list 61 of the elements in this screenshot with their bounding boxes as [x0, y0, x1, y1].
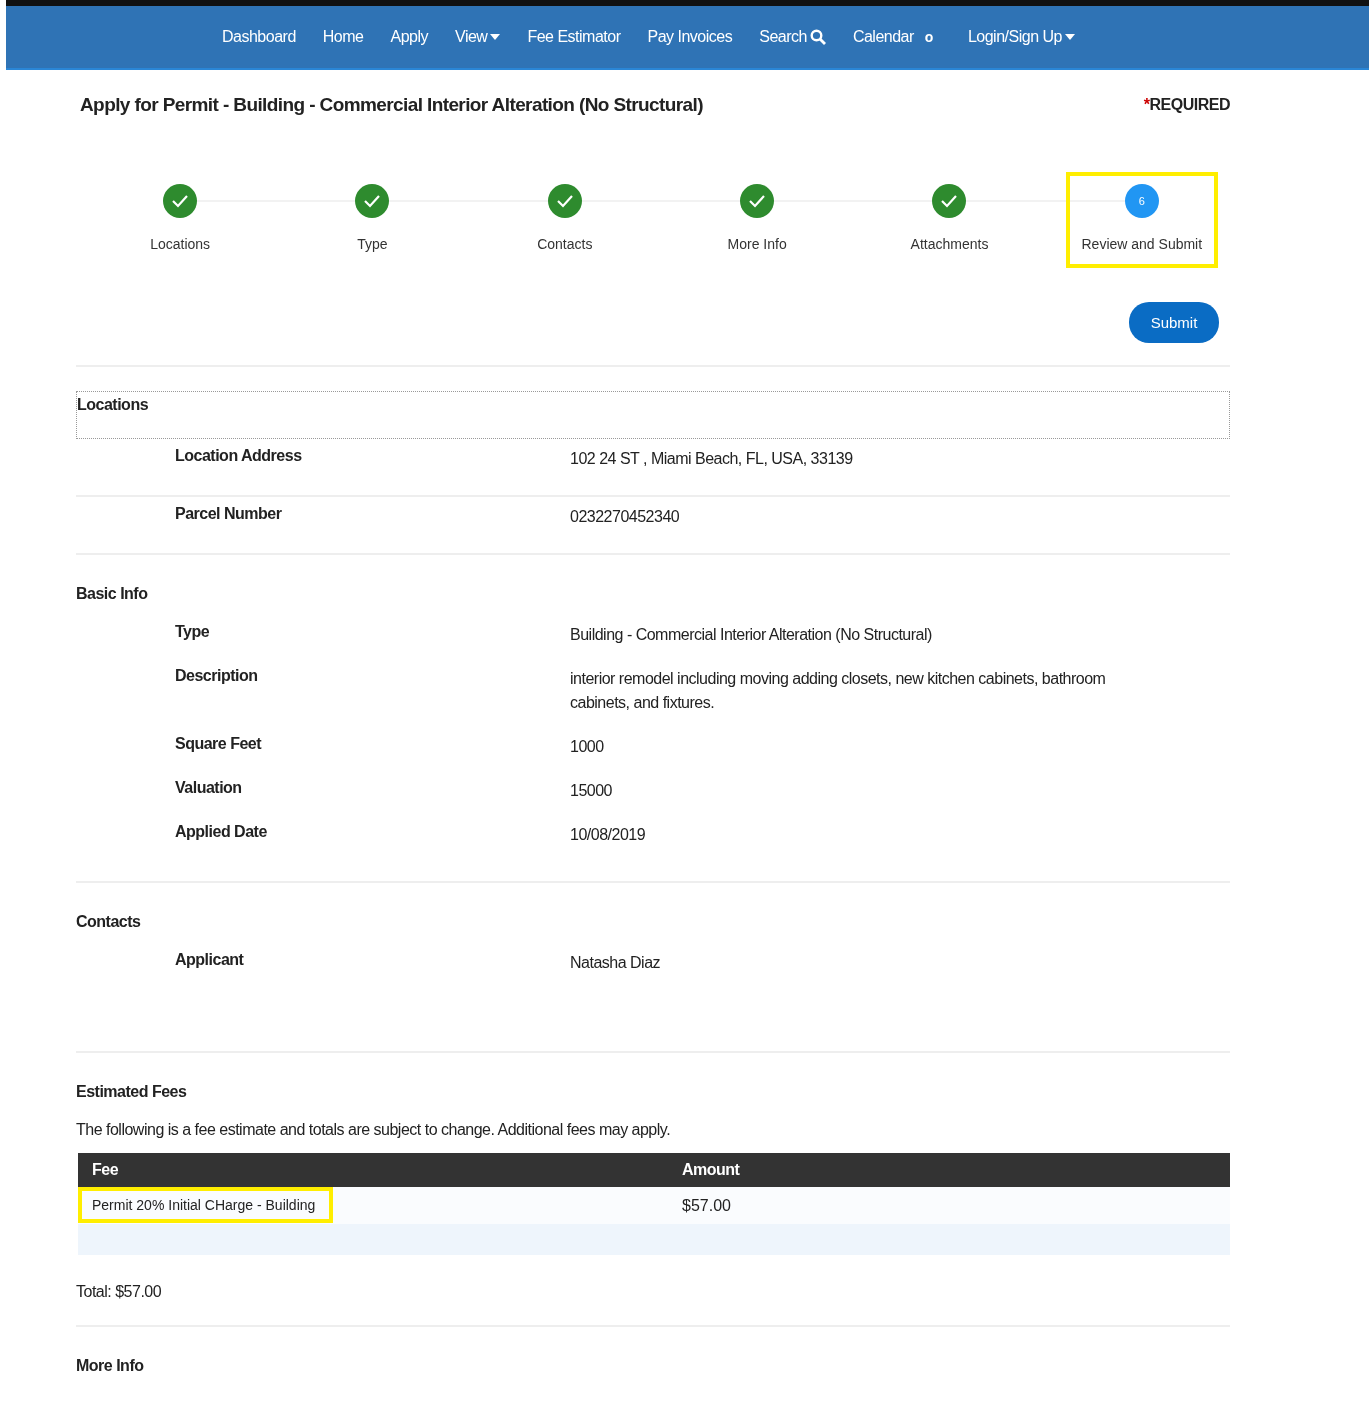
nav-link[interactable]: Calendar	[852, 28, 914, 46]
check-icon	[940, 194, 959, 208]
step[interactable]: Type	[339, 172, 406, 268]
field-value: 1000	[570, 737, 605, 757]
caret-icon	[490, 34, 501, 40]
page-title: Apply for Permit - Building - Commercial Interior Alteration (No Structural)	[80, 94, 703, 116]
check-icon	[748, 194, 767, 208]
submit-button[interactable]: Submit	[1129, 302, 1219, 343]
check-icon	[555, 194, 574, 208]
step-label: More Info	[727, 236, 787, 252]
field-value: 102 24 ST , Miami Beach, FL, USA, 33139	[570, 449, 854, 469]
step-number: 6	[1124, 184, 1159, 218]
column-header: Fee	[78, 1153, 668, 1187]
check-icon	[363, 194, 382, 208]
field-value: Building - Commercial Interior Alteration (No Structural)	[570, 625, 933, 645]
step[interactable]: 6 Review and Submit	[1065, 172, 1219, 268]
step[interactable]: More Info	[711, 172, 803, 268]
nav-link[interactable]: Dashboard	[222, 28, 296, 46]
field-label: Applied Date	[175, 823, 268, 842]
column-header: Amount	[668, 1153, 1230, 1187]
section-title: Contacts	[76, 912, 142, 932]
field-label: Valuation	[175, 779, 243, 798]
step-label: Attachments	[910, 236, 989, 252]
nav-link[interactable]: Pay Invoices	[647, 28, 733, 46]
count-label: o	[924, 29, 933, 45]
step[interactable]: Locations	[134, 172, 227, 268]
field-label: Description	[175, 667, 259, 686]
fee-note: The following is a fee estimate and totals are subject to change. Additional fees may apply.	[76, 1121, 672, 1139]
field-value: 15000	[570, 781, 613, 801]
nav-link[interactable]: Search	[759, 28, 826, 46]
nav-link[interactable]: Fee Estimator	[527, 28, 621, 46]
step-label: Contacts	[537, 236, 593, 252]
search-icon	[809, 29, 826, 45]
field-label: Parcel Number	[175, 505, 283, 524]
required-note: *REQUIRED	[1143, 96, 1230, 114]
section-title: More Info	[76, 1356, 145, 1376]
total-text: Total: $57.00	[76, 1283, 163, 1301]
nav-link[interactable]: Home	[322, 28, 364, 46]
field-value: interior remodel including moving adding closets, new kitchen cabinets, bathroom cabinets, and fixtures.	[570, 669, 1107, 713]
step-label: Type	[357, 236, 388, 252]
field-value: 0232270452340	[570, 507, 681, 527]
nav-link[interactable]: Login/Sign Up	[967, 28, 1075, 46]
section-title: Basic Info	[76, 584, 149, 604]
table-cell: Permit 20% Initial CHarge - Building	[78, 1187, 334, 1223]
step[interactable]: Attachments	[894, 172, 1005, 268]
table-cell: $57.00	[682, 1197, 731, 1214]
section-title: Estimated Fees	[76, 1082, 188, 1102]
section-title: Locations	[76, 391, 1230, 439]
field-label: Applicant	[175, 951, 245, 970]
nav-link[interactable]: View	[455, 28, 501, 46]
field-label: Location Address	[175, 447, 303, 466]
field-label: Square Feet	[175, 735, 263, 754]
step-label: Review and Submit	[1081, 236, 1203, 252]
step[interactable]: Contacts	[521, 172, 609, 268]
nav-link[interactable]: Apply	[390, 28, 428, 46]
caret-icon	[1064, 34, 1075, 40]
field-label: Type	[175, 623, 211, 642]
field-value: Natasha Diaz	[570, 953, 662, 973]
step-label: Locations	[150, 236, 211, 252]
field-value: 10/08/2019	[570, 825, 647, 845]
check-icon	[171, 194, 190, 208]
